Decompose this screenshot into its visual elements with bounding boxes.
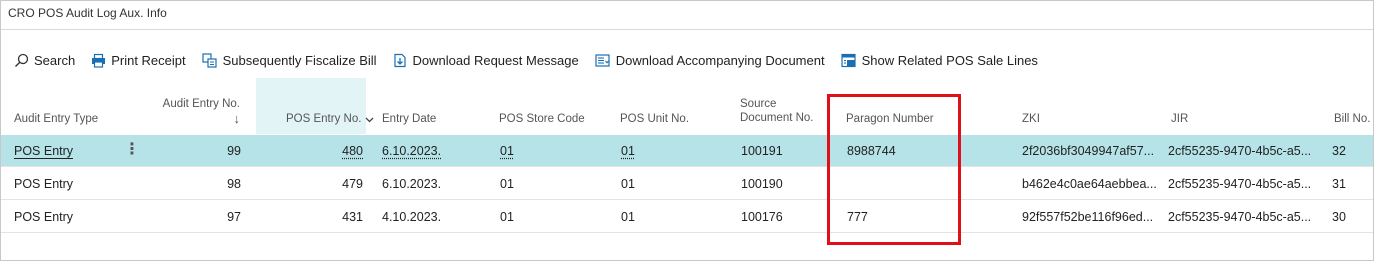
pos-store-code-cell: 01 [500,210,514,224]
pos-unit-no-cell: 01 [621,177,635,191]
table-row[interactable]: POS Entry 97 431 4.10.2023. 01 01 100176… [1,201,1373,233]
header-bill-no[interactable]: Bill No. [1334,112,1374,126]
header-pos-unit-no[interactable]: POS Unit No. [620,112,689,126]
table-row[interactable]: POS Entry 98 479 6.10.2023. 01 01 100190… [1,168,1373,200]
row-actions-icon[interactable]: ⋮ [124,135,140,167]
bill-no-cell: 32 [1332,144,1346,158]
fiscalize-icon [202,52,217,68]
bill-no-cell: 30 [1332,210,1346,224]
header-source-document-no[interactable]: Source Document No. [740,97,814,125]
subsequently-fiscalize-bill-label: Subsequently Fiscalize Bill [222,52,377,68]
table-row[interactable]: POS Entry ⋮ 99 480 6.10.2023. 01 01 1001… [1,135,1373,167]
paragon-number-highlight-box [827,94,961,245]
header-source-document-no-line2: Document No. [740,112,814,124]
jir-cell: 2cf55235-9470-4b5c-a5... [1168,177,1312,191]
print-receipt-label: Print Receipt [111,52,186,68]
zki-cell: 92f557f52be116f96ed... [1022,210,1154,224]
download-request-message-label: Download Request Message [412,52,579,68]
search-button[interactable]: Search [14,53,75,68]
page-title: CRO POS Audit Log Aux. Info [8,6,167,20]
audit-entry-type-cell[interactable]: POS Entry [14,135,73,167]
header-entry-date[interactable]: Entry Date [382,112,436,126]
header-audit-entry-type[interactable]: Audit Entry Type [14,112,98,126]
header-audit-entry-no[interactable]: Audit Entry No. ↓ [160,97,240,126]
download-accompanying-document-button[interactable]: Download Accompanying Document [595,53,825,68]
jir-cell: 2cf55235-9470-4b5c-a5... [1168,210,1312,224]
bill-no-cell: 31 [1332,177,1346,191]
header-source-document-no-line1: Source [740,98,777,110]
header-zki[interactable]: ZKI [1022,112,1040,126]
pos-entry-no-cell[interactable]: 479 [291,168,363,200]
download-accompanying-document-label: Download Accompanying Document [615,52,825,68]
audit-entry-no-cell: 99 [227,144,241,158]
related-lines-icon [840,53,856,67]
download-request-message-button[interactable]: Download Request Message [393,53,579,68]
sort-descending-icon: ↓ [233,111,241,126]
download-list-icon [595,53,610,67]
pos-unit-no-cell: 01 [621,210,635,224]
pos-entry-no-cell[interactable]: 431 [291,201,363,233]
title-divider [1,29,1373,30]
pos-store-code-cell[interactable]: 01 [500,135,514,167]
search-icon [15,53,29,67]
jir-cell: 2cf55235-9470-4b5c-a5... [1168,144,1312,158]
header-audit-entry-no-label: Audit Entry No. [162,98,240,110]
pos-entry-no-cell[interactable]: 480 [291,135,363,167]
search-button-label: Search [34,52,76,68]
download-document-icon [393,53,406,67]
entry-date-cell: 4.10.2023. [382,210,442,224]
print-receipt-button[interactable]: Print Receipt [91,52,186,68]
header-pos-store-code[interactable]: POS Store Code [499,112,585,126]
action-toolbar: Search Print Receipt Subsequently Fiscal… [14,50,1054,70]
source-document-no-cell: 100191 [741,144,783,158]
pos-unit-no-cell[interactable]: 01 [621,135,635,167]
entry-date-cell: 6.10.2023. [382,177,442,191]
zki-cell: b462e4c0ae64aebbea... [1022,177,1157,191]
audit-entry-type-cell[interactable]: POS Entry [14,168,73,200]
audit-entry-no-cell: 98 [227,177,241,191]
audit-entry-no-cell: 97 [227,210,241,224]
pos-store-code-cell: 01 [500,177,514,191]
print-icon [92,53,106,68]
source-document-no-cell: 100190 [741,177,783,191]
header-jir[interactable]: JIR [1171,112,1188,126]
show-related-pos-sale-lines-label: Show Related POS Sale Lines [861,52,1038,68]
header-pos-entry-no-label: POS Entry No. [286,113,362,125]
show-related-pos-sale-lines-button[interactable]: Show Related POS Sale Lines [840,52,1038,68]
source-document-no-cell: 100176 [741,210,783,224]
zki-cell: 2f2036bf3049947af57... [1022,144,1155,158]
entry-date-cell[interactable]: 6.10.2023. [382,135,441,167]
header-pos-entry-no[interactable]: POS Entry No. [286,112,375,126]
audit-entry-type-cell[interactable]: POS Entry [14,201,73,233]
chevron-down-icon[interactable] [364,114,375,125]
subsequently-fiscalize-bill-button[interactable]: Subsequently Fiscalize Bill [202,53,377,68]
